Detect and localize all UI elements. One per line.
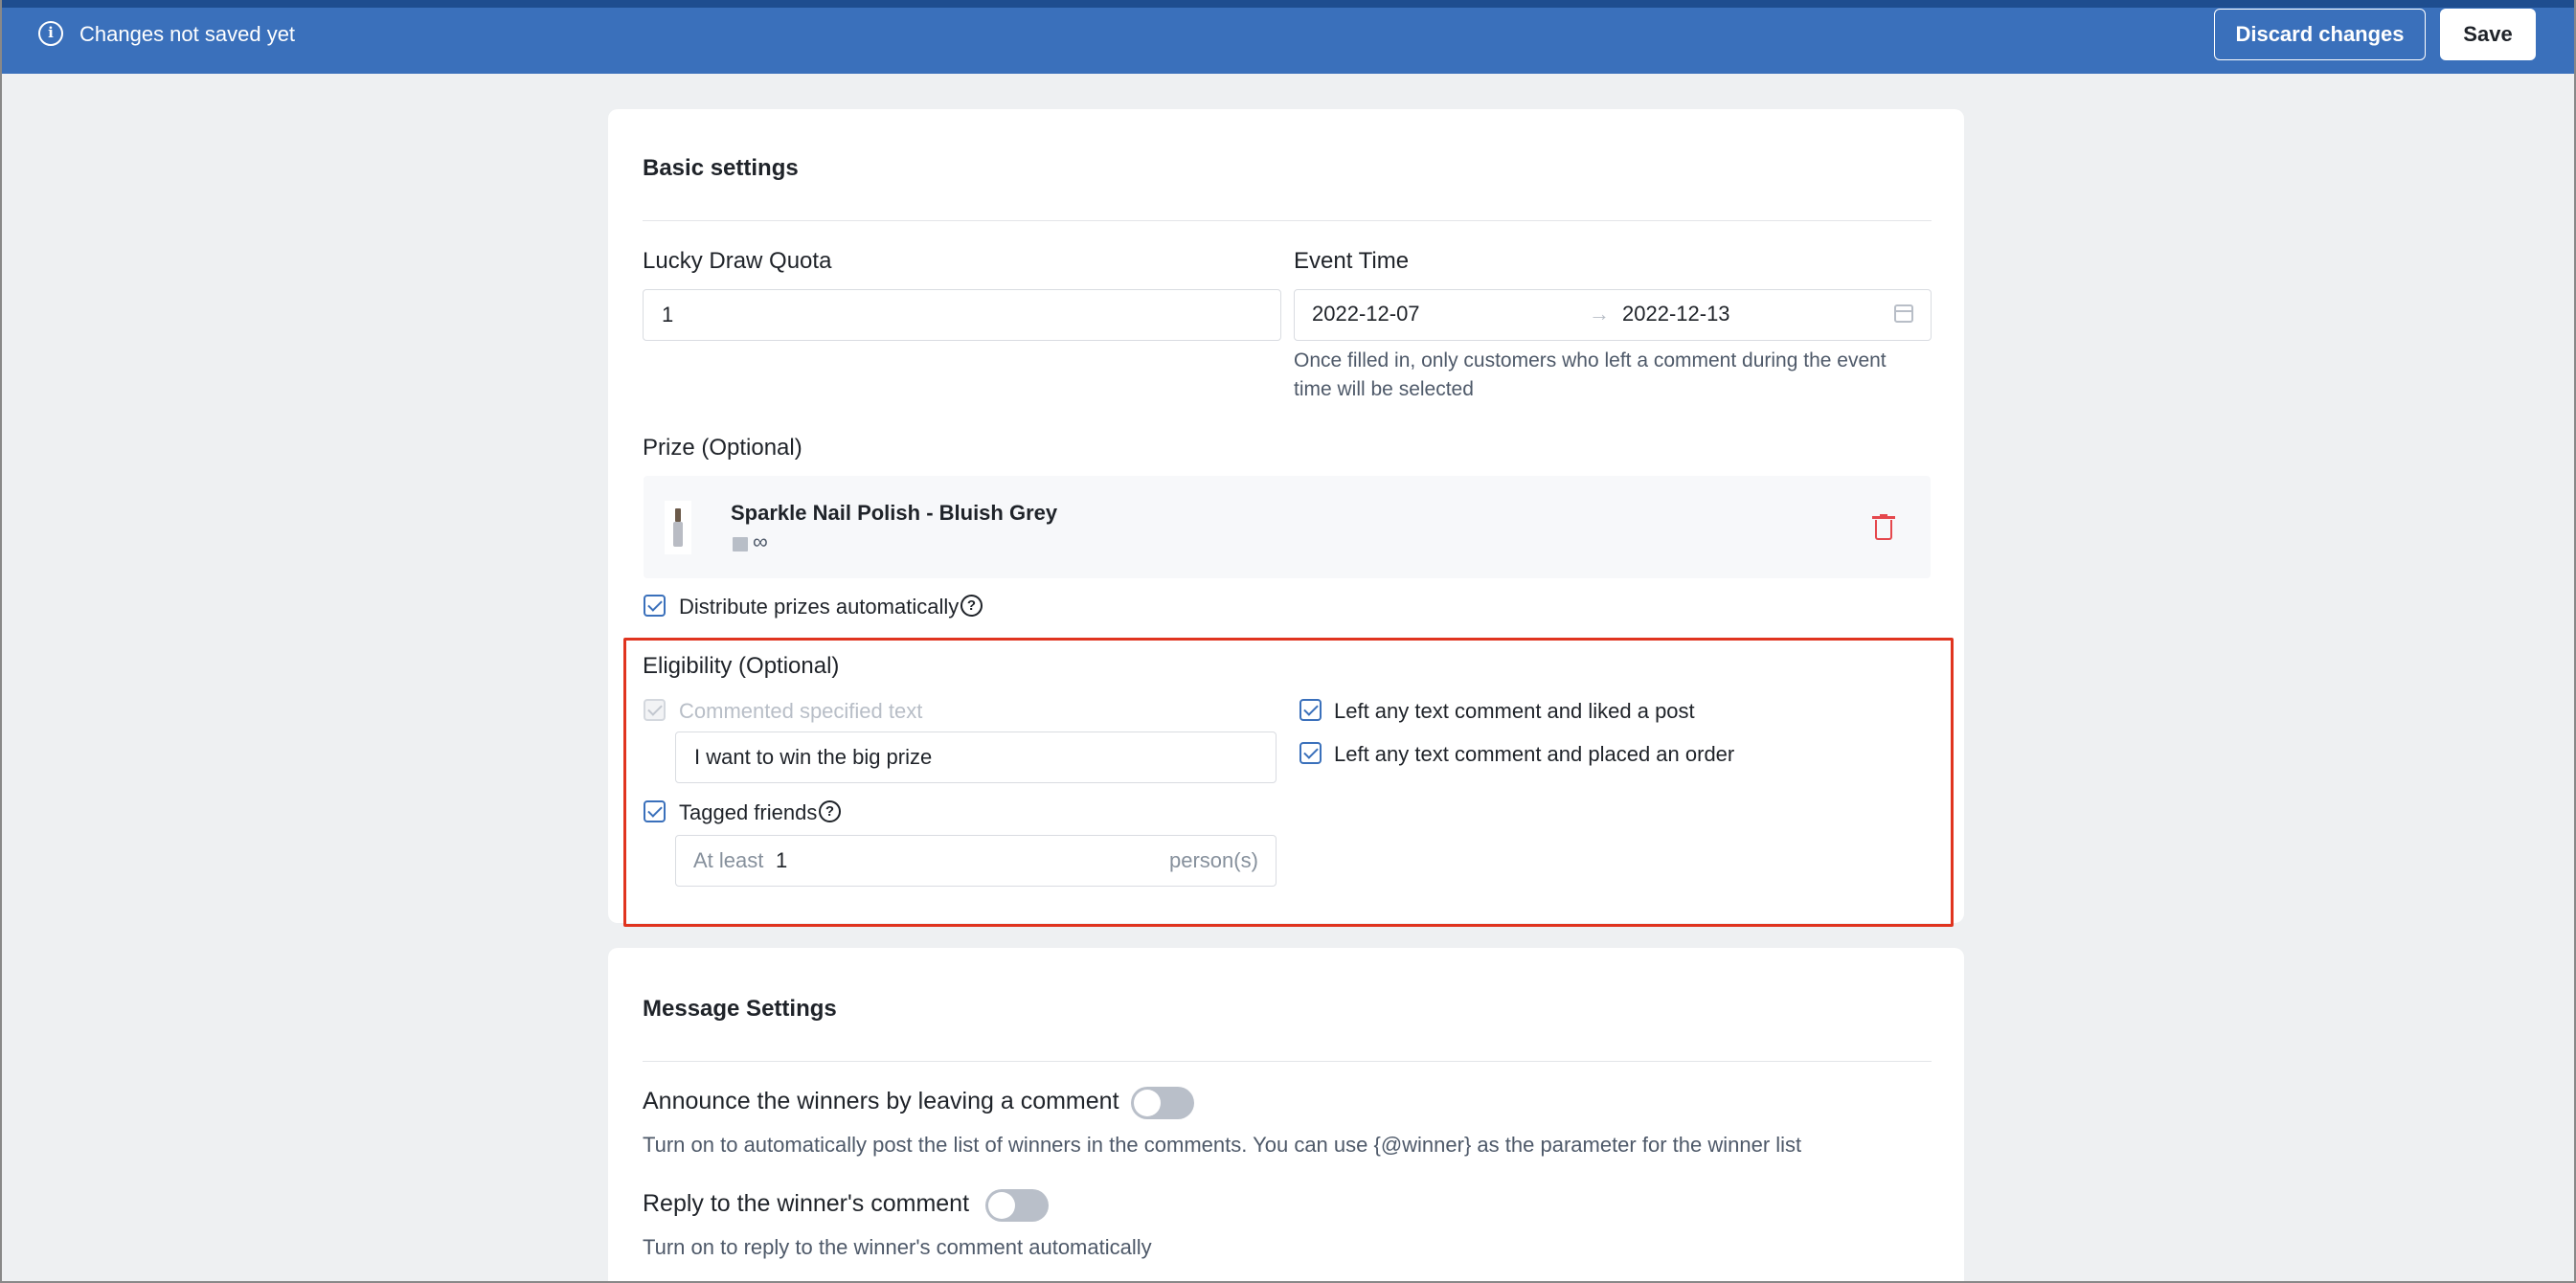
- help-icon[interactable]: ?: [819, 800, 841, 822]
- delete-prize-icon[interactable]: [1872, 514, 1895, 541]
- prize-thumbnail: [665, 501, 691, 554]
- tagged-count-value[interactable]: 1: [776, 848, 787, 873]
- calendar-icon[interactable]: [1894, 304, 1913, 323]
- quota-input[interactable]: 1: [643, 289, 1281, 341]
- message-settings-title: Message Settings: [643, 996, 837, 1022]
- stock-icon: [733, 537, 748, 551]
- placed-order-label[interactable]: Left any text comment and placed an orde…: [1334, 742, 1734, 767]
- event-end-date[interactable]: 2022-12-13: [1622, 302, 1730, 326]
- liked-post-label[interactable]: Left any text comment and liked a post: [1334, 699, 1695, 724]
- tagged-prefix: At least: [693, 848, 764, 872]
- range-arrow-icon: →: [1589, 302, 1610, 326]
- announce-winners-label: Announce the winners by leaving a commen…: [643, 1088, 1119, 1114]
- topbar-edge: [2, 0, 2574, 8]
- unsaved-changes-bar: i Changes not saved yet Discard changes …: [2, 8, 2574, 74]
- prize-label: Prize (Optional): [643, 435, 802, 461]
- section-divider: [643, 220, 1932, 221]
- distribute-prizes-checkbox[interactable]: [644, 595, 666, 617]
- commented-text-checkbox[interactable]: [644, 699, 666, 721]
- discard-changes-button[interactable]: Discard changes: [2214, 9, 2426, 60]
- info-icon: i: [38, 21, 63, 46]
- nail-polish-image: [673, 508, 683, 547]
- reply-winner-label: Reply to the winner's comment: [643, 1190, 970, 1217]
- commented-text-label: Commented specified text: [679, 699, 923, 723]
- announce-winners-hint: Turn on to automatically post the list o…: [643, 1133, 1802, 1157]
- event-start-date[interactable]: 2022-12-07: [1312, 302, 1420, 326]
- liked-post-checkbox[interactable]: [1299, 699, 1322, 721]
- quota-label: Lucky Draw Quota: [643, 248, 832, 274]
- section-divider: [643, 1061, 1932, 1062]
- distribute-prizes-label[interactable]: Distribute prizes automatically: [679, 595, 959, 619]
- unsaved-message: Changes not saved yet: [79, 22, 296, 46]
- tagged-friends-checkbox[interactable]: [644, 800, 666, 822]
- tagged-friends-label[interactable]: Tagged friends: [679, 800, 817, 825]
- event-time-hint-line2: time will be selected: [1294, 378, 1474, 400]
- event-time-label: Event Time: [1294, 248, 1410, 274]
- prize-item: Sparkle Nail Polish - Bluish Grey ∞: [644, 476, 1931, 578]
- help-icon[interactable]: ?: [960, 595, 983, 617]
- prize-name: Sparkle Nail Polish - Bluish Grey: [731, 501, 1058, 525]
- reply-winner-toggle[interactable]: [985, 1189, 1049, 1222]
- event-time-hint-line1: Once filled in, only customers who left …: [1294, 349, 1887, 371]
- commented-text-input[interactable]: I want to win the big prize: [675, 732, 1277, 783]
- placed-order-checkbox[interactable]: [1299, 742, 1322, 764]
- eligibility-title: Eligibility (Optional): [643, 653, 840, 679]
- reply-winner-hint: Turn on to reply to the winner's comment…: [643, 1235, 1152, 1259]
- announce-winners-toggle[interactable]: [1131, 1087, 1194, 1119]
- tagged-suffix: person(s): [1169, 848, 1258, 872]
- app-window: i Changes not saved yet Discard changes …: [2, 0, 2574, 1281]
- basic-settings-title: Basic settings: [643, 155, 799, 181]
- save-button[interactable]: Save: [2440, 9, 2536, 60]
- prize-stock: ∞: [753, 529, 768, 553]
